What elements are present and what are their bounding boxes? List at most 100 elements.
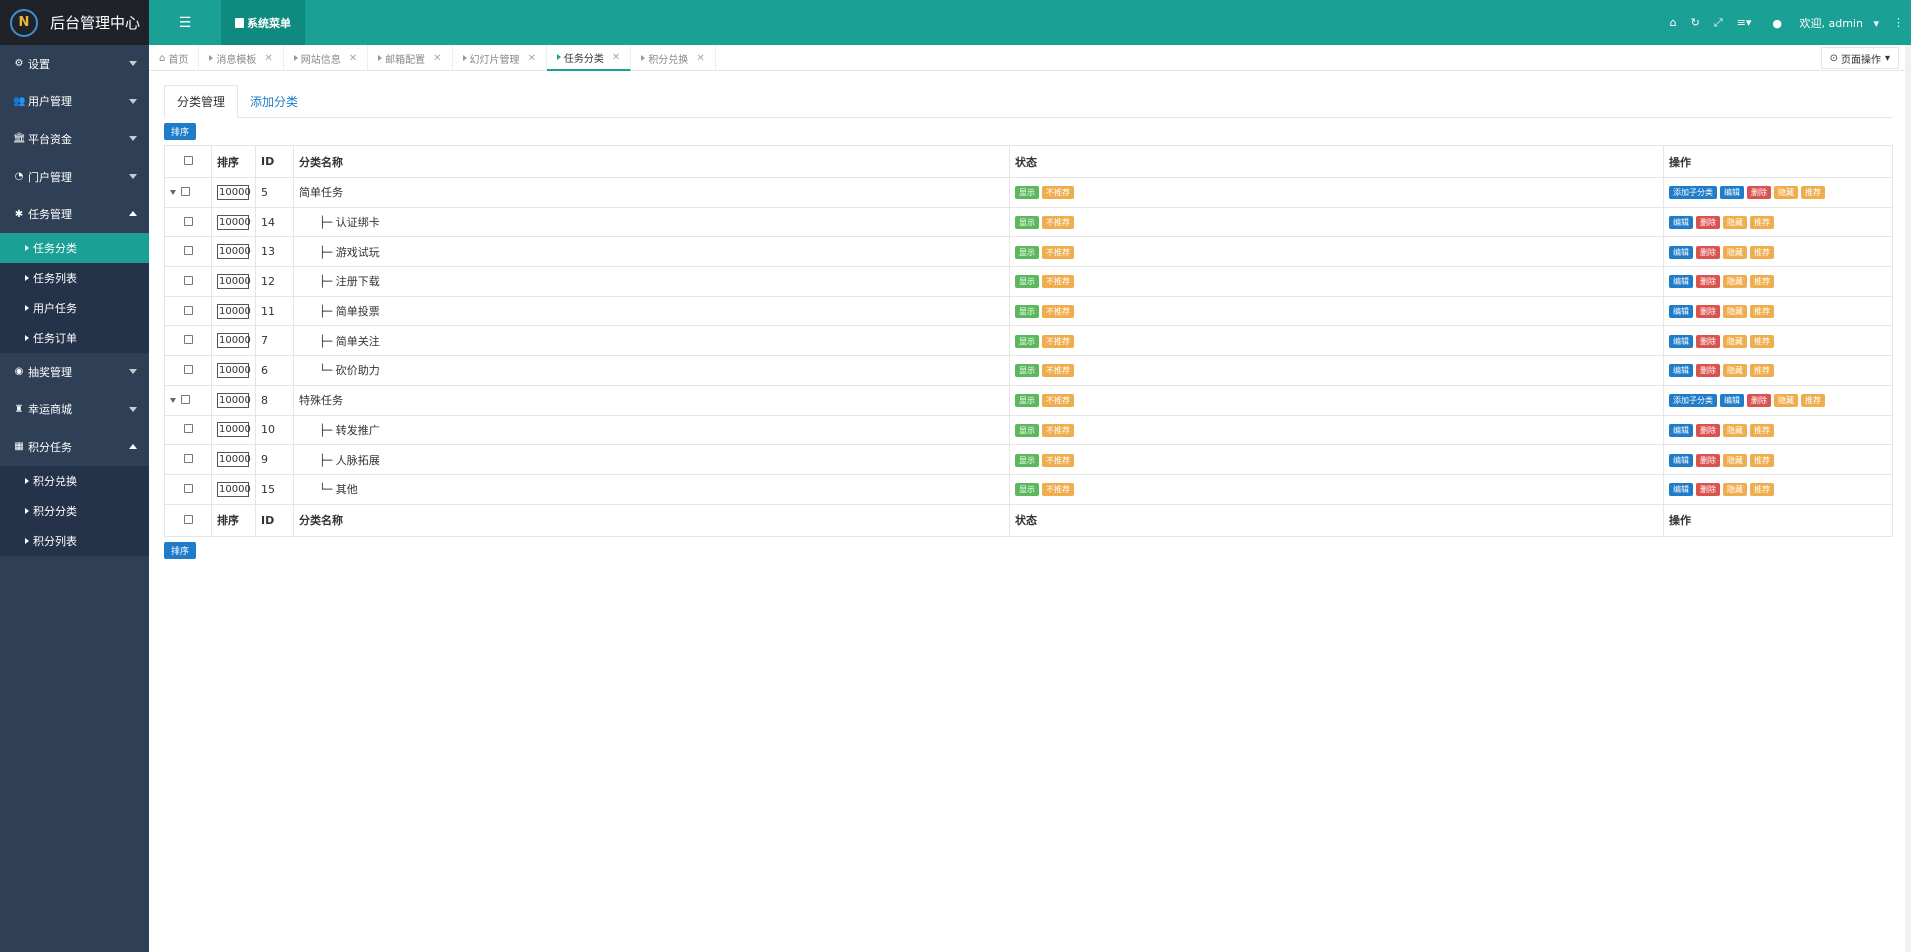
add-child-button[interactable]: 添加子分类 [1669, 186, 1717, 200]
expand-toggle-icon[interactable] [170, 190, 176, 196]
sidebar-item-points-exchange[interactable]: 积分兑换 [0, 466, 149, 496]
recommend-status-button[interactable]: 不推荐 [1042, 334, 1074, 348]
system-menu-tab[interactable]: 系统菜单 [221, 0, 305, 45]
delete-button[interactable]: 删除 [1696, 364, 1720, 378]
row-checkbox[interactable] [183, 246, 193, 256]
delete-button[interactable]: 删除 [1696, 483, 1720, 497]
sidebar-item-funds[interactable]: 🏛 平台资金 [0, 120, 149, 158]
recommend-button[interactable]: 推荐 [1750, 453, 1774, 467]
hide-button[interactable]: 隐藏 [1723, 483, 1747, 497]
sidebar-item-users[interactable]: 👥 用户管理 [0, 83, 149, 121]
show-status-button[interactable]: 显示 [1015, 394, 1039, 408]
hide-button[interactable]: 隐藏 [1774, 186, 1798, 200]
recommend-status-button[interactable]: 不推荐 [1042, 275, 1074, 289]
edit-button[interactable]: 编辑 [1669, 275, 1693, 289]
delete-button[interactable]: 删除 [1696, 453, 1720, 467]
recommend-button[interactable]: 推荐 [1750, 334, 1774, 348]
list-menu-icon[interactable]: ≡▾ [1737, 16, 1752, 29]
tab-add-category[interactable]: 添加分类 [238, 85, 310, 118]
row-checkbox[interactable] [181, 186, 190, 196]
edit-button[interactable]: 编辑 [1669, 453, 1693, 467]
recommend-status-button[interactable]: 不推荐 [1042, 216, 1074, 230]
recommend-status-button[interactable]: 不推荐 [1042, 245, 1074, 259]
expand-toggle-icon[interactable] [170, 398, 176, 404]
recommend-button[interactable]: 推荐 [1801, 186, 1825, 200]
recommend-status-button[interactable]: 不推荐 [1042, 483, 1074, 497]
tab-home[interactable]: ⌂ 首页 [149, 45, 200, 71]
show-status-button[interactable]: 显示 [1015, 216, 1039, 230]
delete-button[interactable]: 删除 [1696, 423, 1720, 437]
close-icon[interactable]: ✕ [696, 53, 704, 64]
delete-button[interactable]: 删除 [1696, 216, 1720, 230]
tab-message-template[interactable]: 消息模板 ✕ [199, 45, 284, 71]
fullscreen-icon[interactable]: ⤢ [1714, 16, 1723, 30]
row-checkbox[interactable] [183, 454, 193, 464]
recommend-status-button[interactable]: 不推荐 [1042, 453, 1074, 467]
logo[interactable]: N 后台管理中心 [0, 0, 149, 45]
recommend-status-button[interactable]: 不推荐 [1042, 423, 1074, 437]
sidebar-item-points-list[interactable]: 积分列表 [0, 526, 149, 556]
recommend-button[interactable]: 推荐 [1750, 275, 1774, 289]
edit-button[interactable]: 编辑 [1669, 216, 1693, 230]
close-icon[interactable]: ✕ [528, 53, 536, 64]
show-status-button[interactable]: 显示 [1015, 245, 1039, 259]
order-input[interactable]: 10000 [217, 214, 251, 230]
show-status-button[interactable]: 显示 [1015, 483, 1039, 497]
recommend-status-button[interactable]: 不推荐 [1042, 394, 1074, 408]
show-status-button[interactable]: 显示 [1015, 423, 1039, 437]
page-operations-button[interactable]: ⊙ 页面操作 ▾ [1820, 47, 1899, 69]
show-status-button[interactable]: 显示 [1015, 453, 1039, 467]
scrollbar[interactable] [1905, 45, 1911, 952]
sidebar-item-task-category[interactable]: 任务分类 [0, 232, 149, 263]
order-input[interactable]: 10000 [217, 184, 251, 200]
more-icon[interactable]: ⋮ [1893, 16, 1904, 29]
row-checkbox[interactable] [183, 424, 193, 434]
sidebar-item-portal[interactable]: ◔ 门户管理 [0, 158, 149, 196]
hide-button[interactable]: 隐藏 [1723, 423, 1747, 437]
recommend-status-button[interactable]: 不推荐 [1042, 364, 1074, 378]
sidebar-item-points-category[interactable]: 积分分类 [0, 496, 149, 526]
row-checkbox[interactable] [183, 335, 193, 345]
tab-slides[interactable]: 幻灯片管理 ✕ [453, 45, 547, 71]
row-checkbox[interactable] [183, 305, 193, 315]
show-status-button[interactable]: 显示 [1015, 186, 1039, 200]
sidebar-item-lottery[interactable]: ◉ 抽奖管理 [0, 353, 149, 391]
row-checkbox[interactable] [183, 275, 193, 285]
close-icon[interactable]: ✕ [349, 53, 357, 64]
show-status-button[interactable]: 显示 [1015, 275, 1039, 289]
home-icon[interactable]: ⌂ [1670, 16, 1677, 29]
recommend-status-button[interactable]: 不推荐 [1042, 305, 1074, 319]
show-status-button[interactable]: 显示 [1015, 364, 1039, 378]
sidebar-item-tasks[interactable]: ✱ 任务管理 [0, 195, 149, 233]
order-input[interactable]: 10000 [217, 273, 251, 289]
close-icon[interactable]: ✕ [433, 53, 441, 64]
tab-mail-config[interactable]: 邮箱配置 ✕ [368, 45, 453, 71]
edit-button[interactable]: 编辑 [1669, 483, 1693, 497]
user-menu[interactable]: ● 欢迎, admin ▾ [1765, 15, 1879, 31]
refresh-icon[interactable]: ↻ [1691, 16, 1700, 29]
select-all-checkbox[interactable] [183, 156, 193, 165]
hide-button[interactable]: 隐藏 [1723, 275, 1747, 289]
add-child-button[interactable]: 添加子分类 [1669, 394, 1717, 408]
recommend-button[interactable]: 推荐 [1801, 394, 1825, 408]
sidebar-item-lucky-mall[interactable]: ♜ 幸运商城 [0, 391, 149, 429]
edit-button[interactable]: 编辑 [1669, 423, 1693, 437]
delete-button[interactable]: 删除 [1747, 394, 1771, 408]
sidebar-item-task-orders[interactable]: 任务订单 [0, 323, 149, 353]
menu-toggle-button[interactable]: ☰ [149, 0, 221, 45]
tab-points-exchange[interactable]: 积分兑换 ✕ [631, 45, 716, 71]
edit-button[interactable]: 编辑 [1669, 305, 1693, 319]
hide-button[interactable]: 隐藏 [1723, 305, 1747, 319]
select-all-checkbox[interactable] [183, 514, 193, 524]
row-checkbox[interactable] [183, 483, 193, 493]
order-input[interactable]: 10000 [217, 333, 251, 349]
recommend-button[interactable]: 推荐 [1750, 305, 1774, 319]
row-checkbox[interactable] [181, 394, 190, 404]
delete-button[interactable]: 删除 [1696, 334, 1720, 348]
sidebar-item-settings[interactable]: ⚙ 设置 [0, 45, 149, 83]
show-status-button[interactable]: 显示 [1015, 334, 1039, 348]
order-input[interactable]: 10000 [217, 392, 251, 408]
order-input[interactable]: 10000 [217, 244, 251, 260]
delete-button[interactable]: 删除 [1696, 305, 1720, 319]
hide-button[interactable]: 隐藏 [1723, 334, 1747, 348]
